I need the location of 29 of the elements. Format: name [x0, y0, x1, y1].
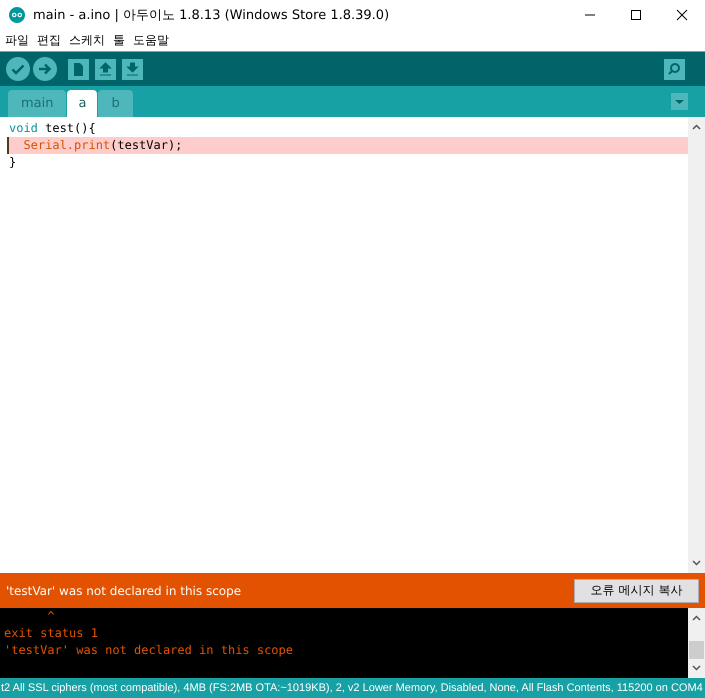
scroll-thumb[interactable]: [689, 641, 704, 659]
console-line: 'testVar' was not declared in this scope: [4, 642, 294, 659]
menu-item[interactable]: 파일: [5, 32, 29, 49]
menu-item[interactable]: 스케치: [69, 32, 105, 49]
maximize-icon[interactable]: [630, 9, 642, 21]
scroll-up-icon[interactable]: [692, 124, 701, 130]
verify-icon[interactable]: [6, 57, 30, 81]
scroll-up-icon[interactable]: [692, 615, 701, 621]
menu-item[interactable]: 도움말: [133, 32, 169, 49]
status-text: t2 All SSL ciphers (most compatible), 4MB (FS:2MB OTA:~1019KB), 2, v2 Lower Memory, Disabled, None, All Flash Contents, 115200 on COM4: [1, 682, 703, 694]
menu-item[interactable]: 편집: [37, 32, 61, 49]
magnifier-icon[interactable]: [664, 58, 685, 80]
app-logo-icon: [9, 7, 25, 23]
new-file-icon[interactable]: [68, 58, 89, 80]
scroll-down-icon[interactable]: [692, 560, 701, 566]
window-title: main - a.ino | 아두이노 1.8.13 (Windows Store 1.8.39.0): [33, 7, 390, 24]
dropdown-icon[interactable]: [671, 93, 688, 110]
error-message: 'testVar' was not declared in this scope: [6, 584, 242, 598]
scrollbar[interactable]: [688, 117, 705, 573]
close-icon[interactable]: [676, 9, 688, 21]
scrollbar[interactable]: [688, 608, 705, 678]
copy-error-button[interactable]: 오류 메시지 복사: [574, 578, 699, 602]
code-line: }: [8, 154, 18, 171]
console-line: exit status 1: [4, 625, 99, 642]
console-line: ^: [46, 608, 56, 625]
code-line: void test(){: [8, 120, 97, 137]
scroll-down-icon[interactable]: [692, 665, 701, 671]
menu-item[interactable]: 툴: [113, 32, 125, 49]
file-tab[interactable]: a: [67, 90, 98, 117]
